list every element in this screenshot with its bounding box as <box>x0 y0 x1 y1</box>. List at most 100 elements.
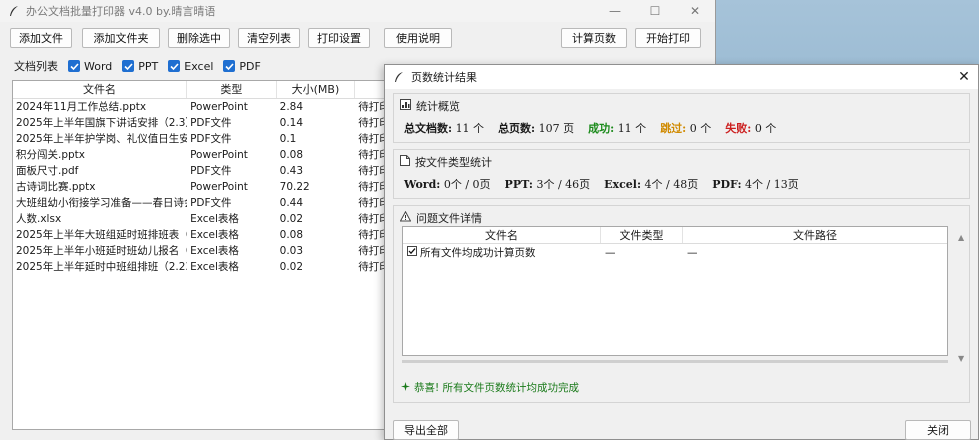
file-name-cell: 积分闯关.pptx <box>16 149 85 161</box>
failed-value: 0 个 <box>754 122 777 135</box>
file-type-cell: Excel表格 <box>190 213 239 225</box>
overview-stats: 总文档数: 11 个 总页数: 107 页 成功: 11 个 跳过: 0 个 失… <box>394 120 969 136</box>
type-stats-title: 按文件类型统计 <box>415 156 492 169</box>
file-type-cell: Excel表格 <box>190 261 239 273</box>
ppt-filter-checkbox[interactable]: PPT <box>122 60 158 73</box>
checkmark-icon <box>223 60 236 72</box>
count-pages-button[interactable]: 计算页数 <box>561 28 627 48</box>
table-row[interactable]: 大班组幼小衔接学习准备——春日诗会 PDF文件 0.44 待打印 <box>13 195 401 211</box>
excel-stat-value: 4个 / 48页 <box>644 178 699 191</box>
start-print-button[interactable]: 开始打印 <box>635 28 701 48</box>
file-type-cell: PowerPoint <box>190 101 248 113</box>
file-type-cell: PowerPoint <box>190 181 248 193</box>
scroll-up-icon[interactable]: ▲ <box>958 233 964 242</box>
table-row[interactable]: 2025年上半年延时中班组排班（2.23） Excel表格 0.02 待打印 <box>13 259 401 275</box>
file-size-cell: 0.02 <box>279 261 304 273</box>
ppt-stat-label: PPT: <box>504 177 533 191</box>
file-size-cell: 0.14 <box>279 117 304 129</box>
page-count-dialog: 页数统计结果 ✕ 统计概览 总文档数: 11 个 总页数: 107 页 成功: … <box>384 64 979 440</box>
delete-selected-button[interactable]: 删除选中 <box>168 28 230 48</box>
type-stats-group-title: 按文件类型统计 <box>394 150 969 174</box>
column-header-filename[interactable]: 文件名 <box>403 227 601 243</box>
table-row[interactable]: 所有文件均成功计算页数 — — <box>403 244 947 261</box>
column-header-file-type[interactable]: 文件类型 <box>601 227 683 243</box>
skipped-label: 跳过: <box>660 122 687 135</box>
feather-icon <box>393 71 405 83</box>
horizontal-scrollbar[interactable] <box>402 360 948 363</box>
file-type-filter: 文档列表 Word PPT Excel PDF <box>14 58 261 74</box>
overview-group: 统计概览 总文档数: 11 个 总页数: 107 页 成功: 11 个 跳过: … <box>393 93 970 143</box>
close-button[interactable]: 关闭 <box>905 420 971 440</box>
word-filter-checkbox[interactable]: Word <box>68 60 112 73</box>
feather-icon <box>8 5 20 17</box>
issues-table[interactable]: 文件名 文件类型 文件路径 所有文件均成功计算页数 — — <box>402 226 948 356</box>
file-type-cell: Excel表格 <box>190 245 239 257</box>
document-icon <box>400 155 410 169</box>
document-list[interactable]: 文件名 类型 大小(MB) 2024年11月工作总结.pptx PowerPoin… <box>12 80 402 430</box>
word-filter-label: Word <box>84 59 113 73</box>
column-header-size[interactable]: 大小(MB) <box>277 81 356 98</box>
file-size-cell: 0.08 <box>279 229 304 241</box>
file-name-cell: 2024年11月工作总结.pptx <box>16 101 147 113</box>
pdf-stat-label: PDF: <box>712 177 742 191</box>
type-stats-group: 按文件类型统计 Word: 0个 / 0页 PPT: 3个 / 46页 Exce… <box>393 149 970 199</box>
ppt-stat-value: 3个 / 46页 <box>536 178 591 191</box>
add-folder-button[interactable]: 添加文件夹 <box>82 28 160 48</box>
column-header-filename[interactable]: 文件名 <box>13 81 188 98</box>
total-docs-value: 11 个 <box>455 122 485 135</box>
vertical-scrollbar[interactable]: ▲ ▼ <box>956 233 968 363</box>
file-size-cell: 2.84 <box>279 101 304 113</box>
table-row[interactable]: 2025年上半年大班组延时班排班表（2.2Excel表格0.08待打印 <box>13 227 401 243</box>
toolbar: 添加文件 添加文件夹 删除选中 清空列表 打印设置 使用说明 计算页数 开始打印 <box>10 28 705 50</box>
file-type-cell: Excel表格 <box>190 229 239 241</box>
document-list-header: 文件名 类型 大小(MB) <box>13 81 401 99</box>
table-row[interactable]: 2025年上半年国旗下讲话安排（2.3）.p PDF文件 0.14 待打印 <box>13 115 401 131</box>
table-row[interactable]: 2024年11月工作总结.pptx PowerPoint 2.84 待打印 <box>13 99 401 115</box>
pdf-stat-value: 4个 / 13页 <box>745 178 799 191</box>
table-row[interactable]: 古诗词比赛.pptx PowerPoint 70.22 待打印 <box>13 179 401 195</box>
usage-guide-button[interactable]: 使用说明 <box>384 28 452 48</box>
file-type-cell: PDF文件 <box>190 197 232 209</box>
pdf-filter-checkbox[interactable]: PDF <box>223 59 261 73</box>
failed-label: 失败: <box>725 122 752 135</box>
checkmark-icon <box>168 60 181 72</box>
issue-type: — <box>605 246 616 259</box>
excel-filter-label: Excel <box>184 59 214 73</box>
file-type-cell: PDF文件 <box>190 117 232 129</box>
table-row[interactable]: 2025年上半年小班延时班幼儿报名（2.2Excel表格0.03待打印 <box>13 243 401 259</box>
excel-stat-label: Excel: <box>604 177 642 191</box>
checkmark-icon <box>122 60 135 72</box>
file-size-cell: 0.44 <box>279 197 304 209</box>
pdf-filter-label: PDF <box>239 59 261 73</box>
table-row[interactable]: 积分闯关.pptx PowerPoint 0.08 待打印 <box>13 147 401 163</box>
export-all-button[interactable]: 导出全部 <box>393 420 459 440</box>
word-stat-value: 0个 / 0页 <box>443 178 491 191</box>
print-settings-button[interactable]: 打印设置 <box>308 28 370 48</box>
file-name-cell: 2025年上半年延时中班组排班（2.23） <box>16 261 188 273</box>
maximize-button[interactable]: ☐ <box>635 0 675 22</box>
column-header-type[interactable]: 类型 <box>187 81 277 98</box>
add-file-button[interactable]: 添加文件 <box>10 28 72 48</box>
issues-group: 问题文件详情 文件名 文件类型 文件路径 所有文件均成功计算页数 — — <box>393 205 970 403</box>
success-value: 11 个 <box>617 122 647 135</box>
file-size-cell: 70.22 <box>279 181 310 193</box>
total-pages-value: 107 页 <box>538 122 575 135</box>
column-header-file-path[interactable]: 文件路径 <box>683 227 947 243</box>
file-name-cell: 面板尺寸.pdf <box>16 165 79 177</box>
close-window-button[interactable]: ✕ <box>675 0 715 22</box>
excel-filter-checkbox[interactable]: Excel <box>168 60 213 73</box>
clear-list-button[interactable]: 清空列表 <box>238 28 300 48</box>
file-name-cell: 2025年上半年大班组延时班排班表（2.2 <box>16 229 188 241</box>
scroll-down-icon[interactable]: ▼ <box>958 354 964 363</box>
table-row[interactable]: 面板尺寸.pdf PDF文件 0.43 待打印 <box>13 163 401 179</box>
table-row[interactable]: 人数.xlsx Excel表格 0.02 待打印 <box>13 211 401 227</box>
file-type-cell: PDF文件 <box>190 133 232 145</box>
checkmark-icon <box>68 60 80 72</box>
table-row[interactable]: 2025年上半年护学岗、礼仪值日生安排 PDF文件 0.1 待打印 <box>13 131 401 147</box>
dialog-close-icon[interactable]: ✕ <box>950 69 978 85</box>
issue-path: — <box>687 246 698 259</box>
file-name-cell: 2025年上半年护学岗、礼仪值日生安排 <box>16 133 188 145</box>
document-list-body: 2024年11月工作总结.pptx PowerPoint 2.84 待打印 2025年上… <box>13 99 401 275</box>
ppt-filter-label: PPT <box>138 59 159 73</box>
minimize-button[interactable]: — <box>595 0 635 22</box>
